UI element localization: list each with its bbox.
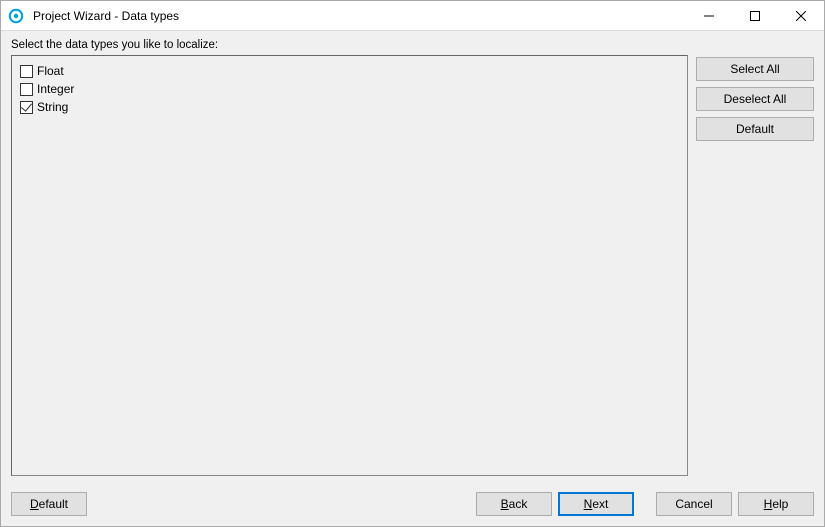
window-controls	[686, 1, 824, 30]
default-button-side[interactable]: Default	[696, 117, 814, 141]
side-button-group: Select All Deselect All Default	[696, 55, 814, 476]
data-type-label: String	[37, 100, 68, 114]
btn-rest: ext	[592, 497, 608, 511]
checkbox-float[interactable]	[20, 65, 33, 78]
minimize-button[interactable]	[686, 1, 732, 30]
checkbox-string[interactable]	[20, 101, 33, 114]
cancel-button[interactable]: Cancel	[656, 492, 732, 516]
instruction-text: Select the data types you like to locali…	[11, 39, 814, 51]
default-button-bottom[interactable]: Default	[11, 492, 87, 516]
deselect-all-button[interactable]: Deselect All	[696, 87, 814, 111]
data-type-row-integer[interactable]: Integer	[20, 80, 679, 98]
data-type-label: Float	[37, 64, 64, 78]
content-area: Select the data types you like to locali…	[1, 31, 824, 482]
help-button[interactable]: Help	[738, 492, 814, 516]
data-type-row-string[interactable]: String	[20, 98, 679, 116]
next-button[interactable]: Next	[558, 492, 634, 516]
select-all-button[interactable]: Select All	[696, 57, 814, 81]
app-icon	[1, 8, 31, 24]
back-button[interactable]: Back	[476, 492, 552, 516]
btn-rest: elp	[772, 497, 788, 511]
data-type-label: Integer	[37, 82, 74, 96]
title-bar: Project Wizard - Data types	[1, 1, 824, 31]
btn-rest: efault	[39, 497, 68, 511]
data-type-list: Float Integer String	[11, 55, 688, 476]
data-type-row-float[interactable]: Float	[20, 62, 679, 80]
main-row: Float Integer String Select All Deselect…	[11, 55, 814, 476]
btn-rest: ack	[509, 497, 528, 511]
maximize-button[interactable]	[732, 1, 778, 30]
window-title: Project Wizard - Data types	[31, 9, 686, 23]
close-button[interactable]	[778, 1, 824, 30]
bottom-bar: Default Back Next Cancel Help	[1, 482, 824, 526]
checkbox-integer[interactable]	[20, 83, 33, 96]
